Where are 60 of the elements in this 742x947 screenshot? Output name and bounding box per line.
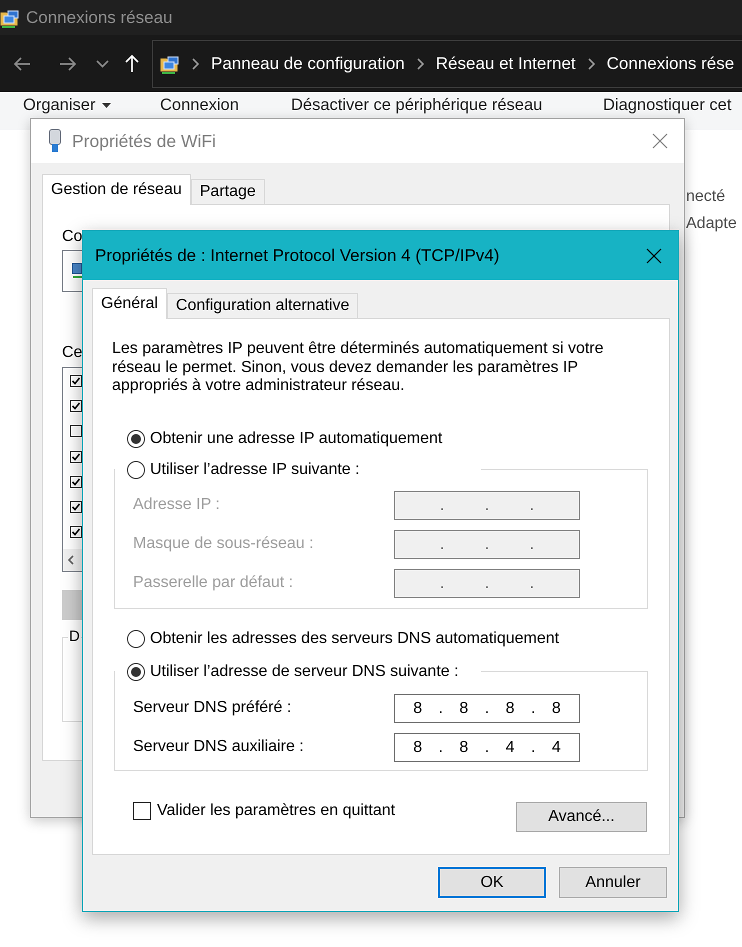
address-bar[interactable]: Panneau de configuration Réseau et Internet Connexions rése xyxy=(152,40,742,88)
tab[interactable]: Configuration alternative xyxy=(166,293,358,318)
toolbar-button[interactable]: Désactiver ce périphérique réseau xyxy=(291,96,542,115)
checkbox[interactable] xyxy=(70,501,82,514)
close-icon[interactable] xyxy=(646,248,662,264)
tab[interactable]: Gestion de réseau xyxy=(42,174,191,205)
up-arrow-icon[interactable] xyxy=(124,54,140,73)
details-text: necté xyxy=(686,187,726,206)
scroll-left-icon[interactable] xyxy=(68,555,74,565)
scrollbar[interactable] xyxy=(63,549,82,571)
toolbar-button[interactable]: Connexion xyxy=(160,96,239,115)
checkbox[interactable] xyxy=(70,476,82,488)
checkbox[interactable] xyxy=(70,526,82,538)
radio-label[interactable]: Obtenir les adresses des serveurs DNS automatiquement xyxy=(150,630,560,648)
close-icon[interactable] xyxy=(652,133,668,149)
intro-text: Les paramètres IP peuvent être déterminés automatiquement si votre réseau le permet. Sinon, vous devez demander les paramètres IP appropriés à votre administrateur réseau. xyxy=(112,340,605,396)
network-adapter-icon xyxy=(48,129,62,153)
network-icon xyxy=(72,263,82,279)
field-label: Serveur DNS préféré : xyxy=(133,699,292,717)
chevron-right-icon xyxy=(588,58,595,70)
breadcrumb-link[interactable]: Réseau et Internet xyxy=(436,54,576,74)
radio-label[interactable]: Utiliser l’adresse de serveur DNS suivante : xyxy=(150,662,459,680)
checkbox[interactable] xyxy=(70,425,82,438)
chevron-right-icon xyxy=(192,58,199,70)
field-label: Adresse IP : xyxy=(133,496,221,514)
radio-button[interactable] xyxy=(127,430,145,448)
field-label: Passerelle par défaut : xyxy=(133,574,294,592)
chevron-right-icon xyxy=(416,58,424,70)
section-label: Ce xyxy=(62,344,82,362)
radio-button[interactable] xyxy=(127,630,145,648)
breadcrumb-link[interactable]: Panneau de configuration xyxy=(211,54,405,74)
checkbox[interactable] xyxy=(70,374,82,387)
radio-button[interactable] xyxy=(127,460,145,478)
checkbox-label[interactable]: Valider les paramètres en quittant xyxy=(157,802,396,820)
checkbox[interactable] xyxy=(70,400,82,412)
checkbox[interactable] xyxy=(133,802,151,820)
checkbox[interactable] xyxy=(70,450,82,463)
radio-button[interactable] xyxy=(127,662,145,680)
network-folder-icon xyxy=(160,54,180,74)
dialog-title: Propriétés de : Internet Protocol Version 4 (TCP/IPv4) xyxy=(95,246,500,266)
breadcrumb-link[interactable]: Connexions rése xyxy=(606,54,734,74)
toolbar-button[interactable]: Organiser xyxy=(23,96,112,115)
radio-label[interactable]: Utiliser l’adresse IP suivante : xyxy=(150,460,360,478)
radio-label[interactable]: Obtenir une adresse IP automatiquement xyxy=(150,430,442,448)
tab[interactable]: Partage xyxy=(190,179,265,204)
field-label: Serveur DNS auxiliaire : xyxy=(133,738,305,756)
advanced-button[interactable]: Avancé... xyxy=(516,802,647,832)
field-label: Masque de sous-réseau : xyxy=(133,535,315,553)
section-label: Co xyxy=(62,228,82,246)
tab[interactable]: Général xyxy=(92,288,167,319)
toolbar-button[interactable]: Diagnostiquer cet xyxy=(603,96,732,115)
window-title: Connexions réseau xyxy=(26,8,172,28)
dialog-button[interactable]: Annuler xyxy=(559,867,667,898)
dialog-button[interactable]: OK xyxy=(438,867,546,898)
network-folder-icon xyxy=(0,8,20,28)
ip-address-field[interactable]: 8 . 8 . 8 . 8 xyxy=(394,694,580,722)
dialog-title: Propriétés de WiFi xyxy=(72,130,216,152)
ip-address-field[interactable]: 8 . 8 . 4 . 4 xyxy=(394,732,580,762)
group-label: D xyxy=(68,629,81,645)
details-text: Adapte xyxy=(686,214,737,233)
